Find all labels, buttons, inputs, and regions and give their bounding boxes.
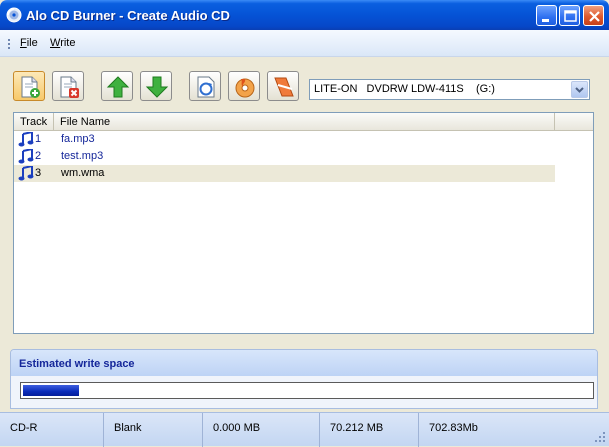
toolbar: LITE-ON DVDRW LDW-411S (G:) xyxy=(0,57,609,111)
menu-grip[interactable] xyxy=(8,39,10,49)
table-row-selected[interactable]: 3 wm.wma xyxy=(14,165,555,182)
estimate-header: Estimated write space xyxy=(11,350,597,376)
arrow-up-icon xyxy=(106,76,130,98)
menu-bar: File Write xyxy=(0,30,609,57)
music-note-icon xyxy=(18,132,34,147)
status-free-text: 70.212 MB xyxy=(330,422,384,434)
status-capacity: 702.83Mb xyxy=(419,413,589,447)
status-media: CD-R xyxy=(0,413,104,447)
move-up-button[interactable] xyxy=(101,71,133,101)
move-down-button[interactable] xyxy=(140,71,172,101)
file-name: wm.wma xyxy=(61,167,105,179)
app-window: Alo CD Burner - Create Audio CD File Wri… xyxy=(0,0,609,447)
maximize-button[interactable] xyxy=(559,5,580,26)
delete-document-icon xyxy=(60,76,79,98)
estimate-panel: Estimated write space xyxy=(10,349,598,409)
title-bar[interactable]: Alo CD Burner - Create Audio CD xyxy=(0,0,609,30)
add-document-icon xyxy=(21,76,40,98)
file-name: fa.mp3 xyxy=(61,133,95,145)
arrow-down-icon xyxy=(145,76,169,98)
status-free: 70.212 MB xyxy=(320,413,419,447)
status-state: Blank xyxy=(104,413,203,447)
status-bar: CD-R Blank 0.000 MB 70.212 MB 702.83Mb xyxy=(0,412,609,447)
table-row[interactable]: 1 fa.mp3 xyxy=(14,131,555,148)
menu-file-key: F xyxy=(20,37,27,49)
minimize-button[interactable] xyxy=(536,5,557,26)
close-icon xyxy=(589,11,600,22)
refresh-icon xyxy=(197,76,215,98)
drive-dropdown-button[interactable] xyxy=(571,81,588,98)
file-name: test.mp3 xyxy=(61,150,104,162)
progress-fill xyxy=(23,385,79,396)
list-header: Track File Name xyxy=(14,113,593,131)
burn-button[interactable] xyxy=(228,71,260,101)
drive-select-value: LITE-ON DVDRW LDW-411S (G:) xyxy=(314,83,495,95)
close-button[interactable] xyxy=(583,5,604,26)
music-note-icon xyxy=(18,149,34,164)
status-used-text: 0.000 MB xyxy=(213,422,261,434)
add-file-button[interactable] xyxy=(13,71,45,101)
erase-icon xyxy=(274,77,294,97)
drive-select[interactable]: LITE-ON DVDRW LDW-411S (G:) xyxy=(309,79,590,100)
erase-button[interactable] xyxy=(267,71,299,101)
track-number: 1 xyxy=(35,133,42,145)
column-header-track[interactable]: Track xyxy=(14,113,54,131)
estimate-title: Estimated write space xyxy=(19,358,135,370)
resize-grip-icon[interactable] xyxy=(594,431,606,443)
refresh-button[interactable] xyxy=(189,71,221,101)
status-used: 0.000 MB xyxy=(203,413,320,447)
remove-file-button[interactable] xyxy=(52,71,84,101)
column-header-file-name[interactable]: File Name xyxy=(54,113,555,131)
chevron-down-icon xyxy=(575,87,584,93)
app-icon xyxy=(6,7,22,23)
menu-write[interactable]: Write xyxy=(50,37,75,49)
minimize-icon xyxy=(542,19,549,22)
status-capacity-text: 702.83Mb xyxy=(429,422,478,434)
music-note-icon xyxy=(18,166,34,181)
track-list[interactable]: Track File Name 1 fa.mp3 2 test.mp3 3 wm… xyxy=(13,112,594,334)
menu-file[interactable]: File xyxy=(20,37,38,49)
table-row[interactable]: 2 test.mp3 xyxy=(14,148,555,165)
track-number: 2 xyxy=(35,150,42,162)
menu-write-label: rite xyxy=(60,37,76,49)
menu-write-key: W xyxy=(50,37,61,49)
menu-file-label: ile xyxy=(26,37,38,49)
maximize-icon xyxy=(564,10,577,22)
write-space-progress-bar xyxy=(20,382,594,399)
track-number: 3 xyxy=(35,167,42,179)
window-title: Alo CD Burner - Create Audio CD xyxy=(26,8,230,23)
status-media-text: CD-R xyxy=(10,422,38,434)
burn-disc-icon xyxy=(235,78,255,98)
status-state-text: Blank xyxy=(114,422,142,434)
